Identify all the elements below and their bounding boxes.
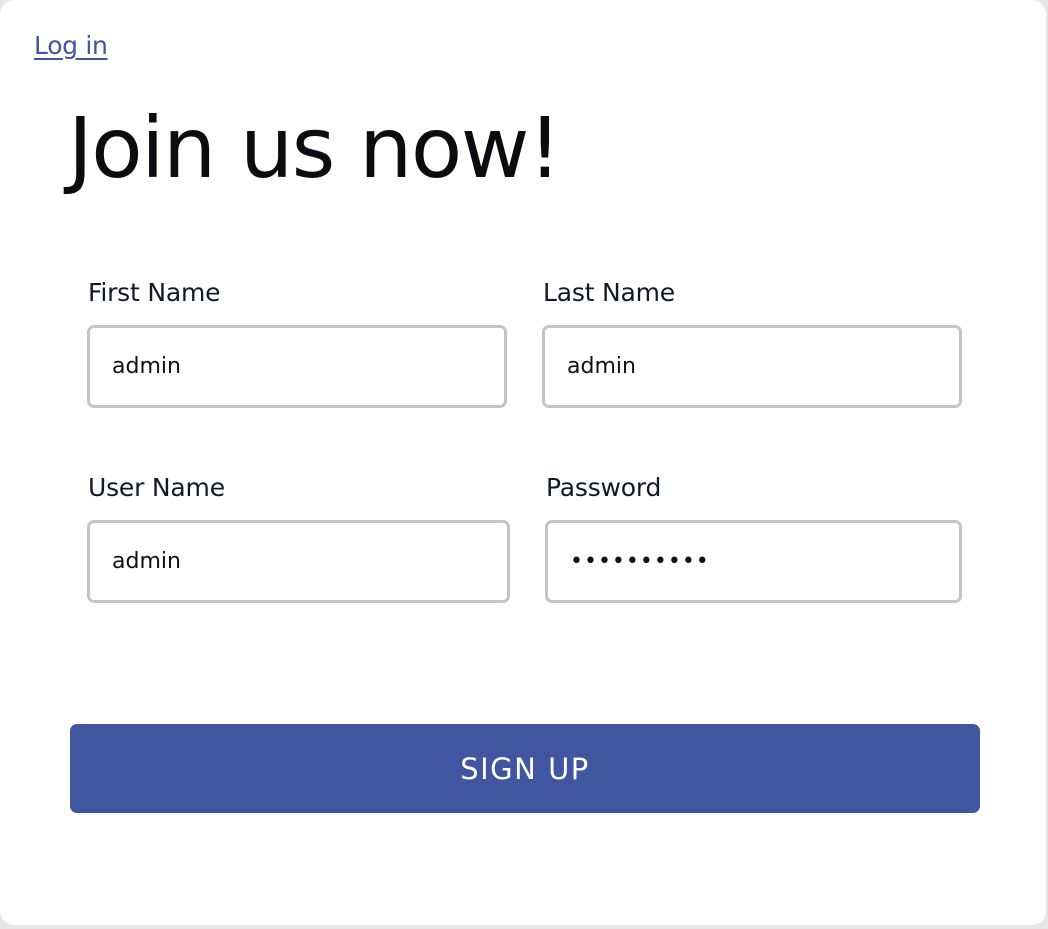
last-name-label: Last Name xyxy=(543,278,675,307)
first-name-label: First Name xyxy=(88,278,221,307)
first-name-input[interactable] xyxy=(87,325,507,408)
user-name-input[interactable] xyxy=(87,520,510,603)
signup-card: Log in Join us now! First Name Last Name… xyxy=(0,0,1046,925)
last-name-input[interactable] xyxy=(542,325,962,408)
user-name-label: User Name xyxy=(88,473,225,502)
signup-button[interactable]: SIGN UP xyxy=(70,724,980,813)
password-label: Password xyxy=(546,473,662,502)
login-link[interactable]: Log in xyxy=(34,31,108,60)
page-title: Join us now! xyxy=(68,99,562,197)
password-input[interactable] xyxy=(545,520,962,603)
